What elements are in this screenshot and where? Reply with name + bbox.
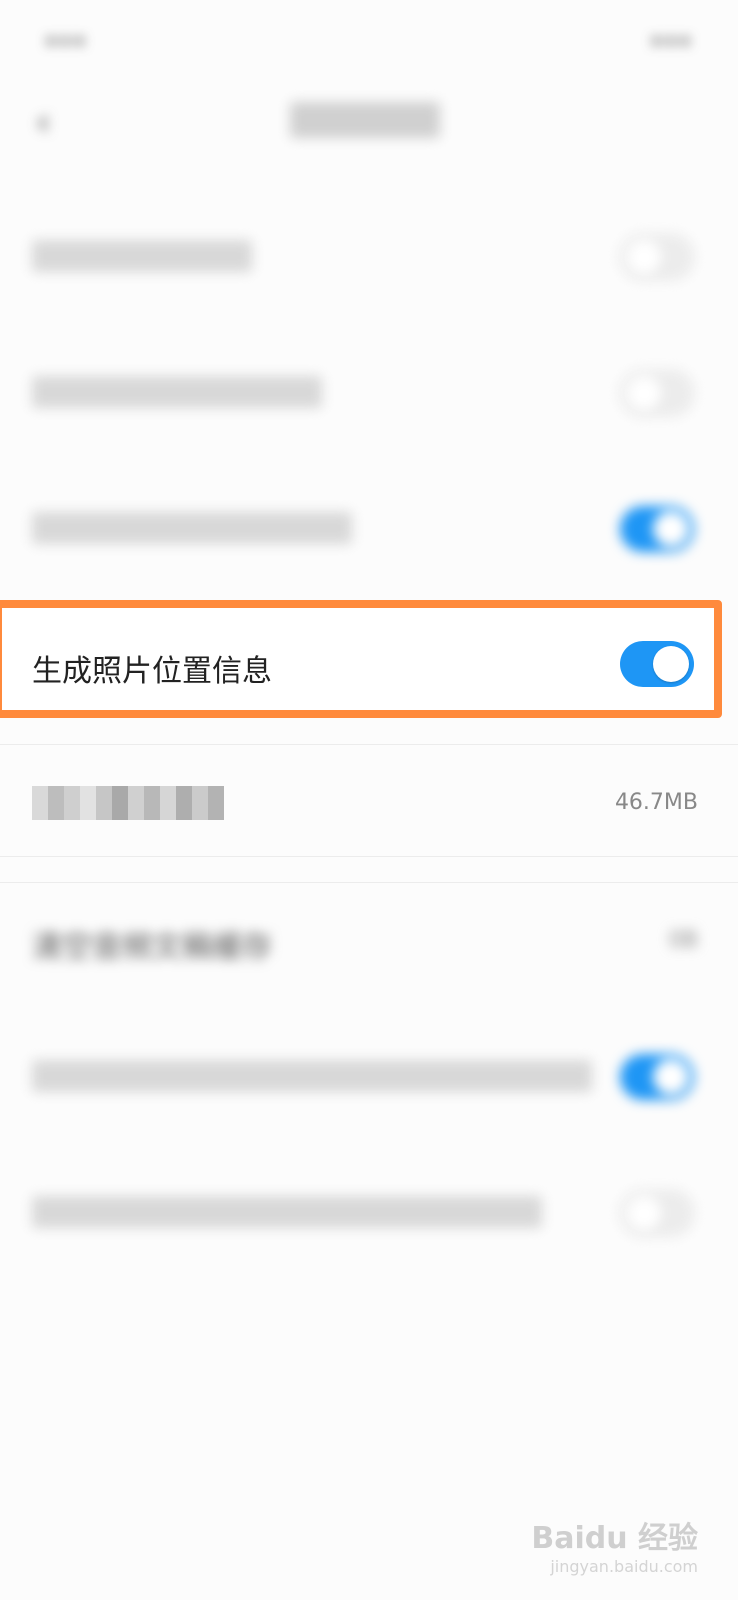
divider	[0, 856, 738, 857]
blurred-text	[32, 376, 322, 408]
toggle-knob	[626, 1196, 662, 1232]
settings-row-2-toggle[interactable]	[620, 370, 694, 416]
blurred-text	[32, 1196, 542, 1228]
back-arrow-icon[interactable]: ‹	[36, 102, 50, 143]
watermark-url: jingyan.baidu.com	[550, 1557, 698, 1576]
photo-location-label: 生成照片位置信息	[32, 654, 272, 689]
blurred-title	[290, 102, 440, 138]
blurred-text	[32, 512, 352, 544]
toggle-knob	[626, 376, 662, 412]
photo-location-toggle[interactable]	[620, 641, 694, 687]
settings-row-1-toggle[interactable]	[620, 234, 694, 280]
toggle-knob	[653, 1059, 689, 1095]
toggle-knob	[626, 240, 662, 276]
clear-audio-cache-value: 0B	[668, 928, 698, 953]
watermark-brand: Baidu 经验	[531, 1521, 698, 1556]
toggle-knob	[653, 646, 689, 682]
blurred-text	[32, 240, 252, 272]
toggle-knob	[653, 511, 689, 547]
status-icons: •••	[649, 28, 692, 56]
storage-value: 46.7MB	[614, 790, 698, 815]
status-time: •••	[44, 28, 87, 56]
settings-row-8-toggle[interactable]	[620, 1054, 694, 1100]
clear-audio-cache-label: 清空音频文稿缓存	[32, 930, 272, 965]
watermark-logo: Baidu 经验 jingyan.baidu.com	[531, 1513, 698, 1576]
divider	[0, 882, 738, 883]
photo-location-setting-row[interactable]: 生成照片位置信息	[0, 636, 738, 692]
clear-audio-cache-row[interactable]: 清空音频文稿缓存 0B	[0, 914, 738, 974]
status-bar: ••• •••	[0, 0, 738, 80]
pixelated-label	[32, 786, 224, 820]
settings-row-3-toggle[interactable]	[620, 506, 694, 552]
settings-row-9-toggle[interactable]	[620, 1190, 694, 1236]
divider	[0, 744, 738, 745]
blurred-text	[32, 1060, 592, 1092]
